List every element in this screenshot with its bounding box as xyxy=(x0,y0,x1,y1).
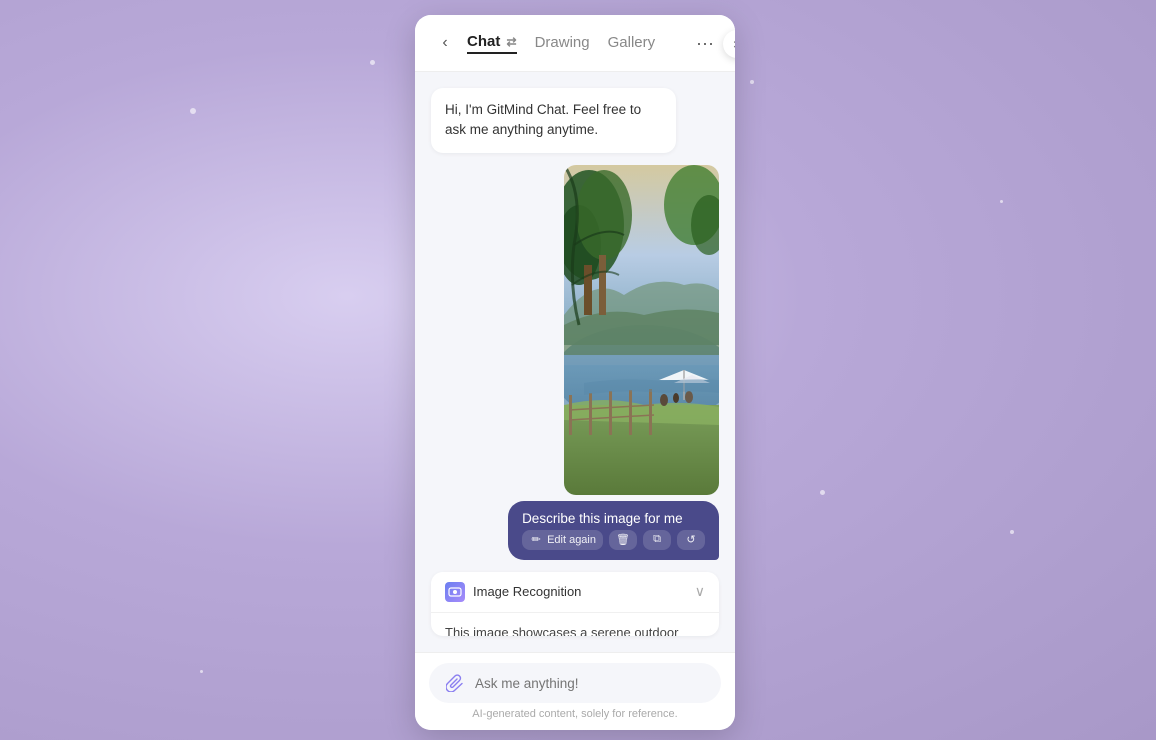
tab-drawing[interactable]: Drawing xyxy=(535,34,590,53)
ai-response-title: Image Recognition xyxy=(445,582,581,602)
messages-area: Hi, I'm GitMind Chat. Feel free to ask m… xyxy=(415,72,735,652)
more-options-button[interactable]: ··· xyxy=(691,29,719,57)
bot-greeting: Hi, I'm GitMind Chat. Feel free to ask m… xyxy=(431,88,676,153)
refresh-icon: ↺ xyxy=(684,533,698,547)
input-area: AI-generated content, solely for referen… xyxy=(415,652,735,730)
collapse-icon: ∨ xyxy=(695,583,705,600)
decorative-dot xyxy=(750,80,754,84)
disclaimer-text: AI-generated content, solely for referen… xyxy=(429,703,721,724)
tab-chat[interactable]: Chat ⇄ xyxy=(467,33,517,54)
ai-response-header[interactable]: Image Recognition ∨ xyxy=(431,572,719,613)
copy-button[interactable]: ⧉ xyxy=(643,530,671,550)
back-button[interactable]: ‹ xyxy=(431,29,459,57)
chat-panel: × ▶ ‹ Chat ⇄ Drawing Gallery ··· xyxy=(415,15,735,730)
ai-icon xyxy=(445,582,465,602)
decorative-dot xyxy=(1000,200,1003,203)
decorative-dot xyxy=(820,490,825,495)
landscape-image xyxy=(564,165,719,495)
input-row xyxy=(429,663,721,703)
attach-button[interactable] xyxy=(443,671,467,695)
tab-chat-icon: ⇄ xyxy=(507,35,517,49)
user-text-message: Describe this image for me ✏ Edit again … xyxy=(508,501,719,560)
panel-header: ‹ Chat ⇄ Drawing Gallery ··· xyxy=(415,15,735,72)
edit-again-button[interactable]: ✏ Edit again xyxy=(522,530,603,550)
refresh-button[interactable]: ↺ xyxy=(677,530,705,550)
delete-button[interactable]: 🗑 xyxy=(609,530,637,550)
delete-icon: 🗑 xyxy=(616,533,630,547)
decorative-dot xyxy=(1010,530,1014,534)
decorative-dot xyxy=(200,670,203,673)
user-image-message: Describe this image for me ✏ Edit again … xyxy=(431,165,719,560)
tab-gallery[interactable]: Gallery xyxy=(608,34,656,53)
decorative-dot xyxy=(370,60,375,65)
uploaded-image xyxy=(564,165,719,495)
edit-icon: ✏ xyxy=(529,533,543,547)
copy-icon: ⧉ xyxy=(650,533,664,547)
ai-response-block: Image Recognition ∨ This image showcases… xyxy=(431,572,719,637)
tab-bar: Chat ⇄ Drawing Gallery xyxy=(467,33,683,54)
message-actions: ✏ Edit again 🗑 ⧉ ↺ xyxy=(522,530,705,550)
chat-input[interactable] xyxy=(475,676,707,691)
ai-response-body: This image showcases a serene outdoor se… xyxy=(431,613,719,637)
decorative-dot xyxy=(190,108,196,114)
